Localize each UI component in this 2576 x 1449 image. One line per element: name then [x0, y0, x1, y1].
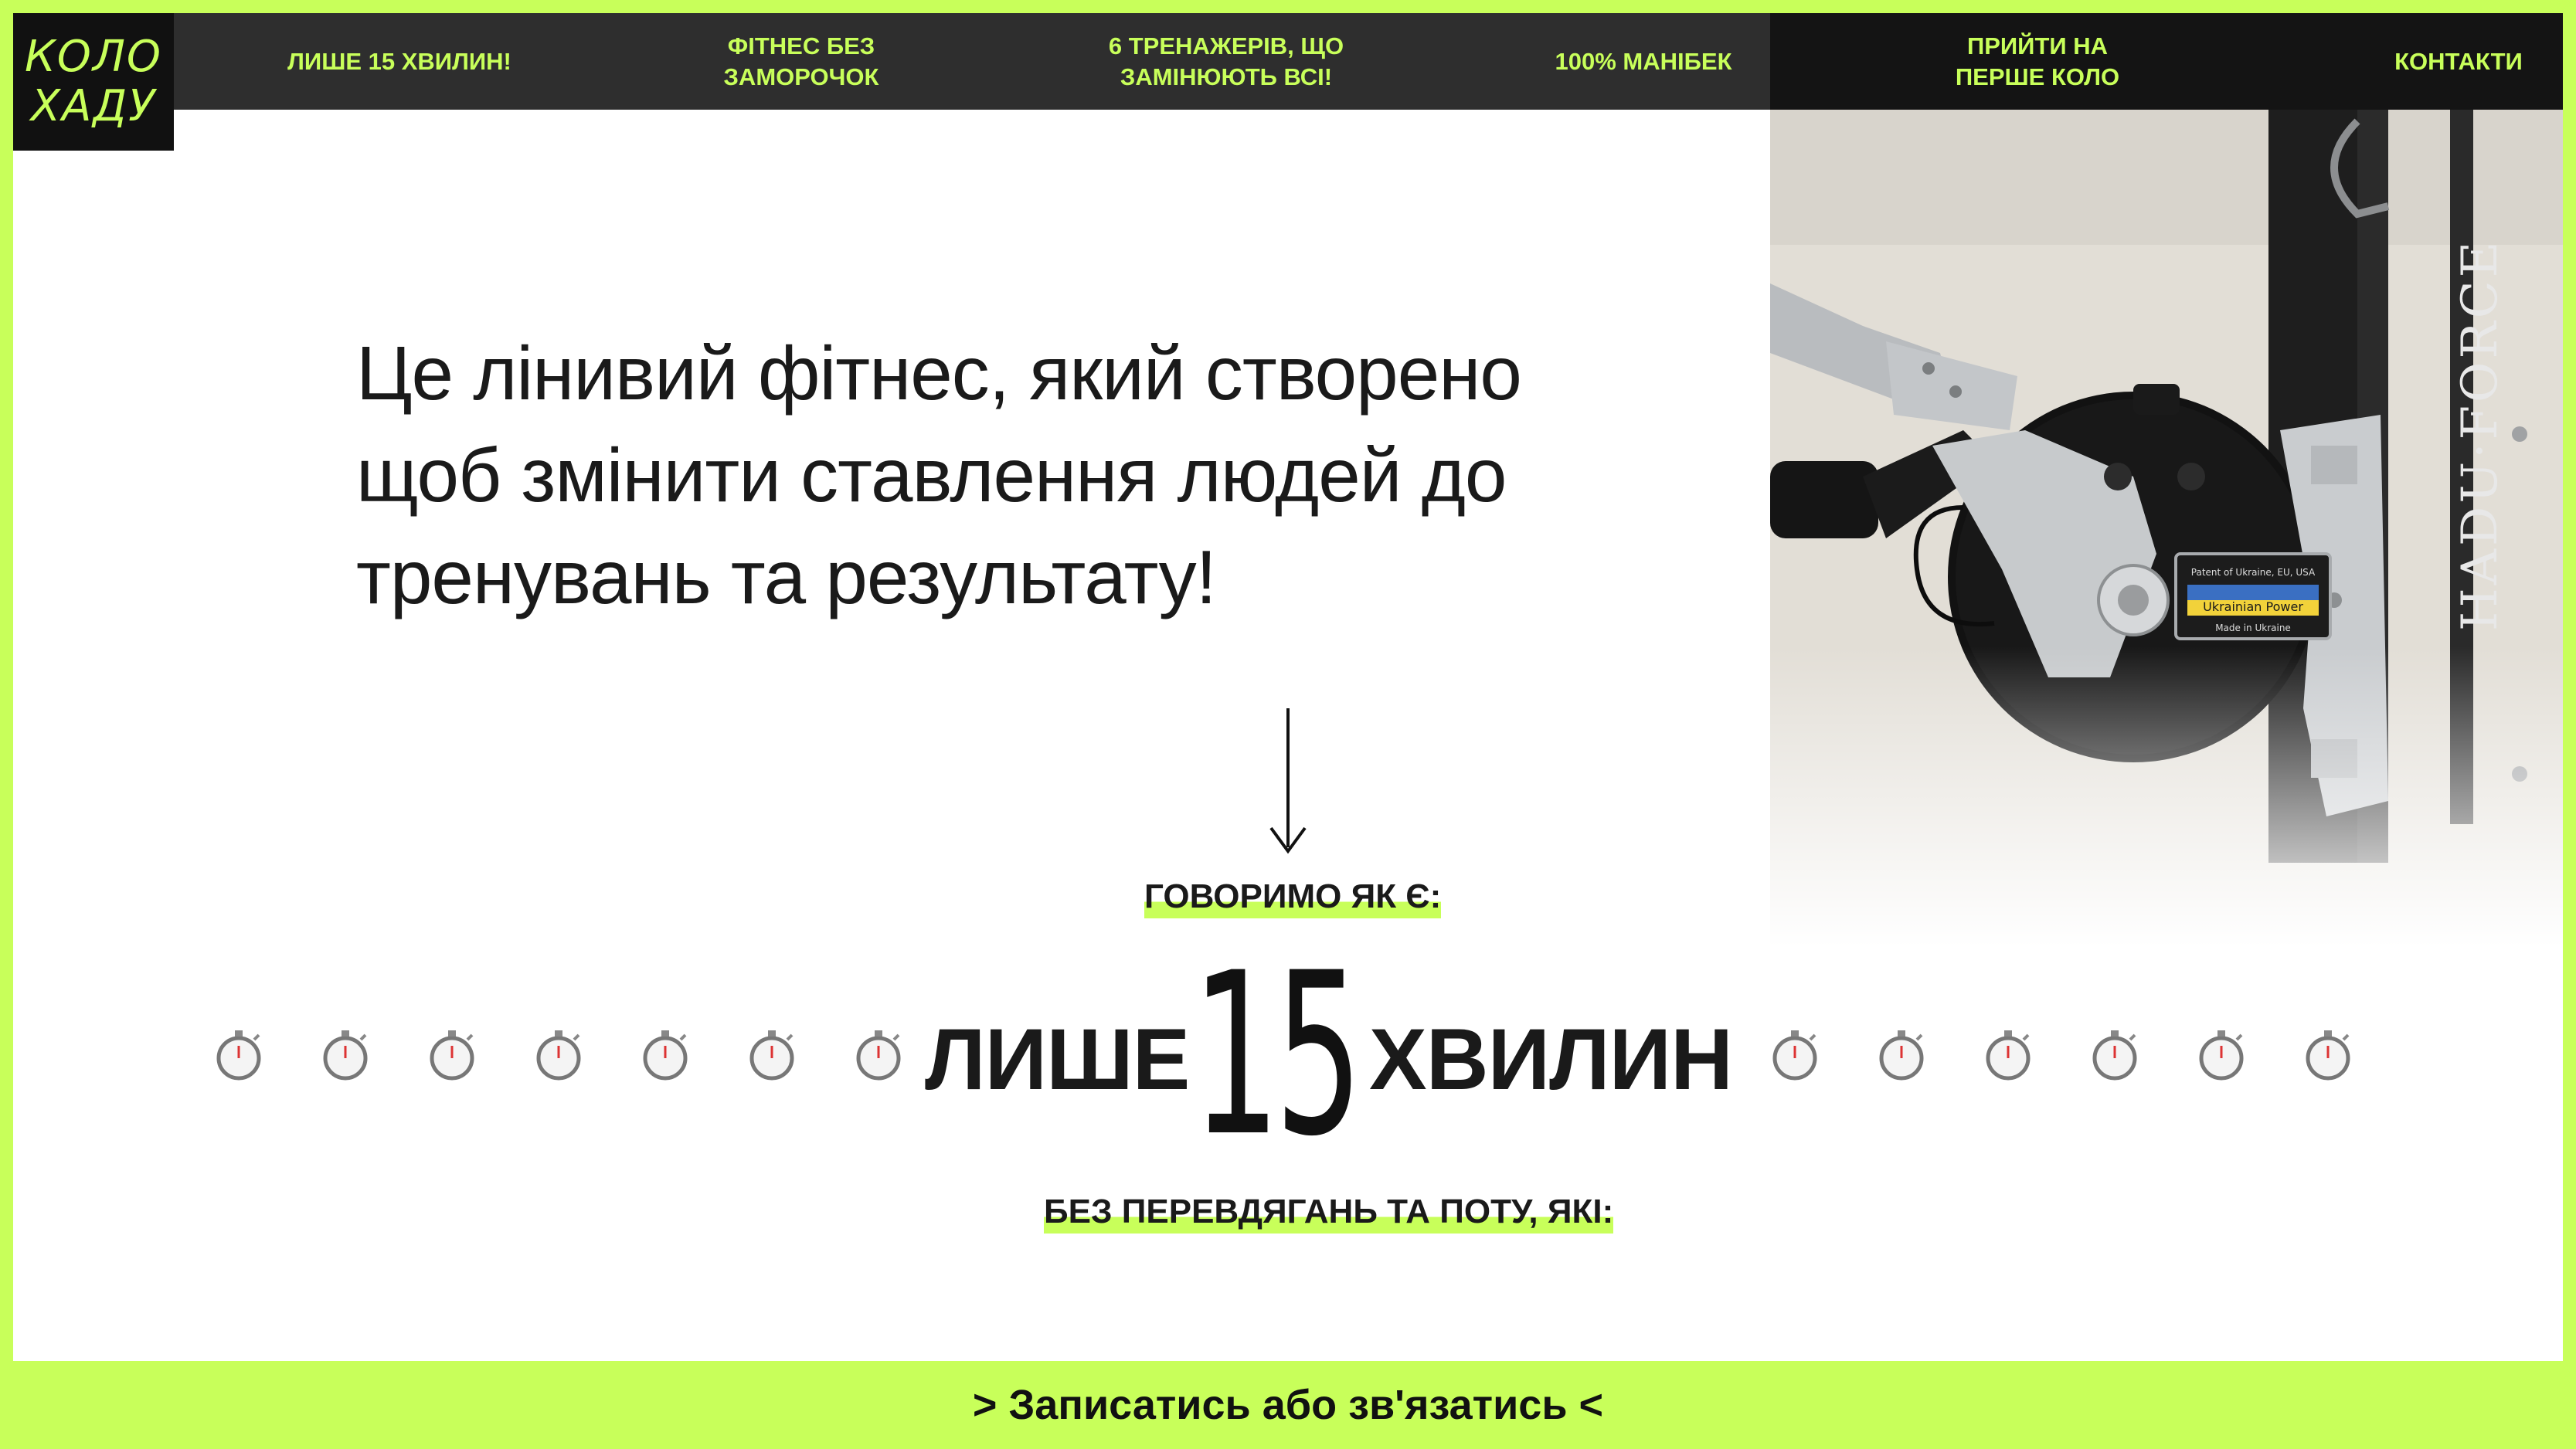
plate-line2: Ukrainian Power: [2203, 599, 2303, 614]
stopwatch-icon: [536, 1030, 581, 1081]
plate-line1: Patent of Ukraine, EU, USA: [2191, 567, 2316, 578]
nav-item-contacts[interactable]: КОНТАКТИ: [2362, 13, 2555, 110]
logo-line1: КОЛО: [24, 32, 163, 82]
stopwatch-icon: [2199, 1030, 2244, 1081]
nav-item-moneyback[interactable]: 100% МАНІБЕК: [1504, 13, 1782, 110]
stopwatch-icon: [2092, 1030, 2137, 1081]
nav-item-fitness[interactable]: ФІТНЕС БЕЗ ЗАМОРОЧОК: [678, 13, 925, 110]
logo-line2: ХАДУ: [30, 81, 157, 131]
stopwatch-icon: [1772, 1030, 1817, 1081]
stopwatch-icon: [856, 1030, 901, 1081]
brand-logo[interactable]: КОЛО ХАДУ: [13, 13, 174, 151]
only-word: ЛИШЕ: [925, 1011, 1190, 1108]
hero-photo: Patent of Ukraine, EU, USA Ukrainian Pow…: [1770, 13, 2563, 963]
stopwatch-icon: [216, 1030, 261, 1081]
stopwatch-icon: [430, 1030, 474, 1081]
pillar-brand-text: HADU·FORCE: [2452, 239, 2509, 631]
photo-fade: [1770, 646, 2563, 963]
stopwatch-icon: [749, 1030, 794, 1081]
stopwatch-icon: [323, 1030, 368, 1081]
minutes-word: ХВИЛИН: [1369, 1011, 1733, 1108]
nav-item-15-minutes[interactable]: ЛИШЕ 15 ХВИЛИН!: [237, 13, 562, 110]
cta-signup-bar[interactable]: > Записатись або зв'язатись <: [0, 1361, 2576, 1449]
down-arrow-icon: [1269, 708, 1307, 854]
nav-item-first-lap[interactable]: ПРИЙТИ НА ПЕРШЕ КОЛО: [1922, 13, 2153, 110]
fifteen-number: 15: [1191, 925, 1363, 1186]
fifteen-minutes-row: ЛИШЕ 15 ХВИЛИН: [13, 940, 2563, 1172]
page-canvas: Patent of Ukraine, EU, USA Ukrainian Pow…: [13, 13, 2563, 1361]
hero-statement: Це лінивий фітнес, який створено щоб змі…: [356, 331, 1522, 619]
nav-item-machines[interactable]: 6 ТРЕНАЖЕРІВ, ЩО ЗАМІНЮЮТЬ ВСІ!: [1079, 13, 1373, 110]
stopwatch-icon: [1879, 1030, 1924, 1081]
stopwatch-icon: [1986, 1030, 2031, 1081]
kicker-label: ГОВОРИМО ЯК Є:: [1144, 875, 1442, 918]
plate-line3: Made in Ukraine: [2215, 623, 2291, 633]
subline-label: БЕЗ ПЕРЕВДЯГАНЬ ТА ПОТУ, ЯКІ:: [1044, 1190, 1614, 1234]
stopwatch-icon: [643, 1030, 688, 1081]
stopwatch-icon: [2306, 1030, 2350, 1081]
